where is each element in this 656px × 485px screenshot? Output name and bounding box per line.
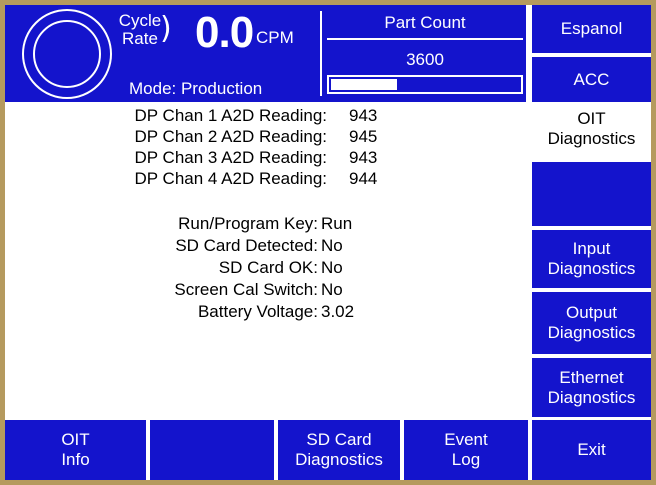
ethernet-diagnostics-line2: Diagnostics [547, 387, 636, 407]
cycle-rate-label: Cycle Rate [115, 12, 165, 48]
reading-label: DP Chan 4 A2D Reading: [134, 169, 327, 188]
exit-button-label: Exit [577, 440, 606, 459]
status-value: Run [321, 214, 353, 233]
output-diagnostics-button[interactable]: Output Diagnostics [532, 292, 651, 354]
part-count-value: 3600 [406, 50, 444, 69]
status-value: No [321, 258, 343, 277]
sd-card-diagnostics-button[interactable]: SD Card Diagnostics [278, 420, 400, 480]
mode-indicator: Mode: Production [129, 79, 263, 98]
oit-info-line1: OIT [61, 430, 90, 449]
ethernet-diagnostics-button[interactable]: Ethernet Diagnostics [532, 358, 651, 417]
cycle-rate-value: 0.0 [195, 8, 254, 57]
part-count-divider [327, 38, 523, 40]
ethernet-diagnostics-line1: Ethernet [559, 367, 624, 387]
bottom-button-bar: OIT Info SD Card Diagnostics Event Log E… [5, 417, 651, 480]
reading-value: 944 [349, 169, 378, 188]
part-count-title: Part Count [384, 13, 466, 32]
blank-side-button[interactable] [532, 162, 651, 226]
reading-value: 945 [349, 127, 378, 146]
output-diagnostics-line1: Output [565, 303, 618, 322]
hmi-screen: Cycle Rate ) 0.0 CPM Mode: Production Pa… [5, 5, 651, 480]
reading-value: 943 [349, 106, 378, 125]
sd-card-line2: Diagnostics [295, 450, 383, 469]
output-diagnostics-line2: Diagnostics [547, 323, 636, 342]
exit-button[interactable]: Exit [532, 420, 651, 480]
status-label: SD Card Detected: [175, 236, 318, 255]
status-value: No [321, 236, 343, 255]
cycle-label-line1: Cycle [118, 11, 162, 30]
status-header: Cycle Rate ) 0.0 CPM Mode: Production Pa… [5, 5, 526, 102]
sd-card-line1: SD Card [306, 430, 372, 449]
event-log-line1: Event [444, 430, 488, 449]
event-log-line2: Log [451, 450, 481, 469]
acc-button[interactable]: ACC [532, 57, 651, 102]
blank-bottom-button[interactable] [150, 420, 274, 480]
input-diagnostics-button[interactable]: Input Diagnostics [532, 230, 651, 288]
event-log-button[interactable]: Event Log [404, 420, 528, 480]
status-value: 3.02 [321, 302, 355, 321]
reading-label: DP Chan 1 A2D Reading: [134, 106, 327, 125]
current-screen-title-line1: OIT [577, 109, 606, 128]
reading-label: DP Chan 2 A2D Reading: [134, 127, 327, 146]
input-diagnostics-line2: Diagnostics [547, 259, 636, 278]
cycle-rate-dial-inner [33, 20, 101, 88]
cycle-label-line2: Rate [122, 29, 158, 48]
reading-label: DP Chan 3 A2D Reading: [134, 148, 327, 167]
brace-icon: ) [160, 11, 172, 46]
input-diagnostics-line1: Input [572, 239, 611, 258]
reading-value: 943 [349, 148, 378, 167]
current-screen-title-line2: Diagnostics [547, 129, 636, 148]
status-label: Run/Program Key: [178, 214, 318, 233]
part-count-progress-fill [331, 79, 397, 90]
header-divider [320, 11, 322, 96]
part-count-progress-bar [327, 75, 523, 94]
current-screen-title: OIT Diagnostics [532, 109, 651, 149]
oit-info-line2: Info [61, 450, 90, 469]
status-label: Screen Cal Switch: [174, 280, 318, 299]
status-label: SD Card OK: [218, 258, 318, 277]
cycle-rate-unit: CPM [256, 28, 294, 47]
espanol-button-label: Espanol [560, 19, 623, 38]
status-value: No [321, 280, 343, 299]
cycle-rate-dial [22, 9, 112, 99]
acc-button-label: ACC [573, 69, 610, 89]
oit-info-button[interactable]: OIT Info [5, 420, 146, 480]
status-label: Battery Voltage: [197, 302, 318, 321]
espanol-button[interactable]: Espanol [532, 5, 651, 53]
